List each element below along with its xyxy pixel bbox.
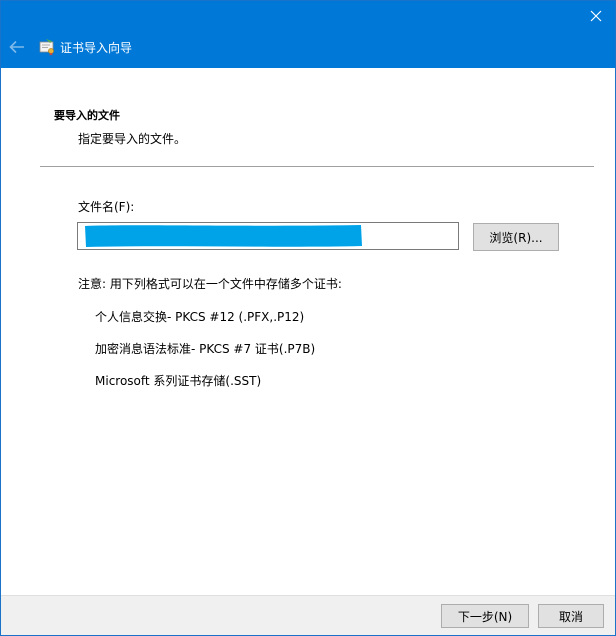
certificate-import-wizard-window: 证书导入向导 要导入的文件 指定要导入的文件。 文件名(F): 浏览(R)...… xyxy=(0,0,616,636)
certificate-icon xyxy=(39,39,54,56)
format-note: 注意: 用下列格式可以在一个文件中存储多个证书: xyxy=(78,277,342,291)
page-description: 指定要导入的文件。 xyxy=(78,132,187,146)
format-item-p7b: 加密消息语法标准- PKCS #7 证书(.P7B) xyxy=(95,342,316,356)
format-item-sst: Microsoft 系列证书存储(.SST) xyxy=(95,374,262,388)
wizard-title: 证书导入向导 xyxy=(60,41,133,55)
button-bar: 下一步(N) 取消 xyxy=(1,595,615,635)
cancel-button[interactable]: 取消 xyxy=(538,604,604,628)
file-name-label: 文件名(F): xyxy=(78,200,135,214)
back-button[interactable] xyxy=(7,37,27,57)
file-name-input[interactable] xyxy=(77,222,459,250)
divider xyxy=(40,166,594,167)
title-bar: 证书导入向导 xyxy=(1,1,615,68)
browse-button[interactable]: 浏览(R)... xyxy=(473,223,559,251)
format-item-pfx: 个人信息交换- PKCS #12 (.PFX,.P12) xyxy=(95,310,305,324)
arrow-left-icon xyxy=(9,40,24,54)
page-title: 要导入的文件 xyxy=(54,109,120,122)
next-button[interactable]: 下一步(N) xyxy=(441,604,529,628)
close-button[interactable] xyxy=(581,1,611,31)
close-icon xyxy=(590,10,602,22)
